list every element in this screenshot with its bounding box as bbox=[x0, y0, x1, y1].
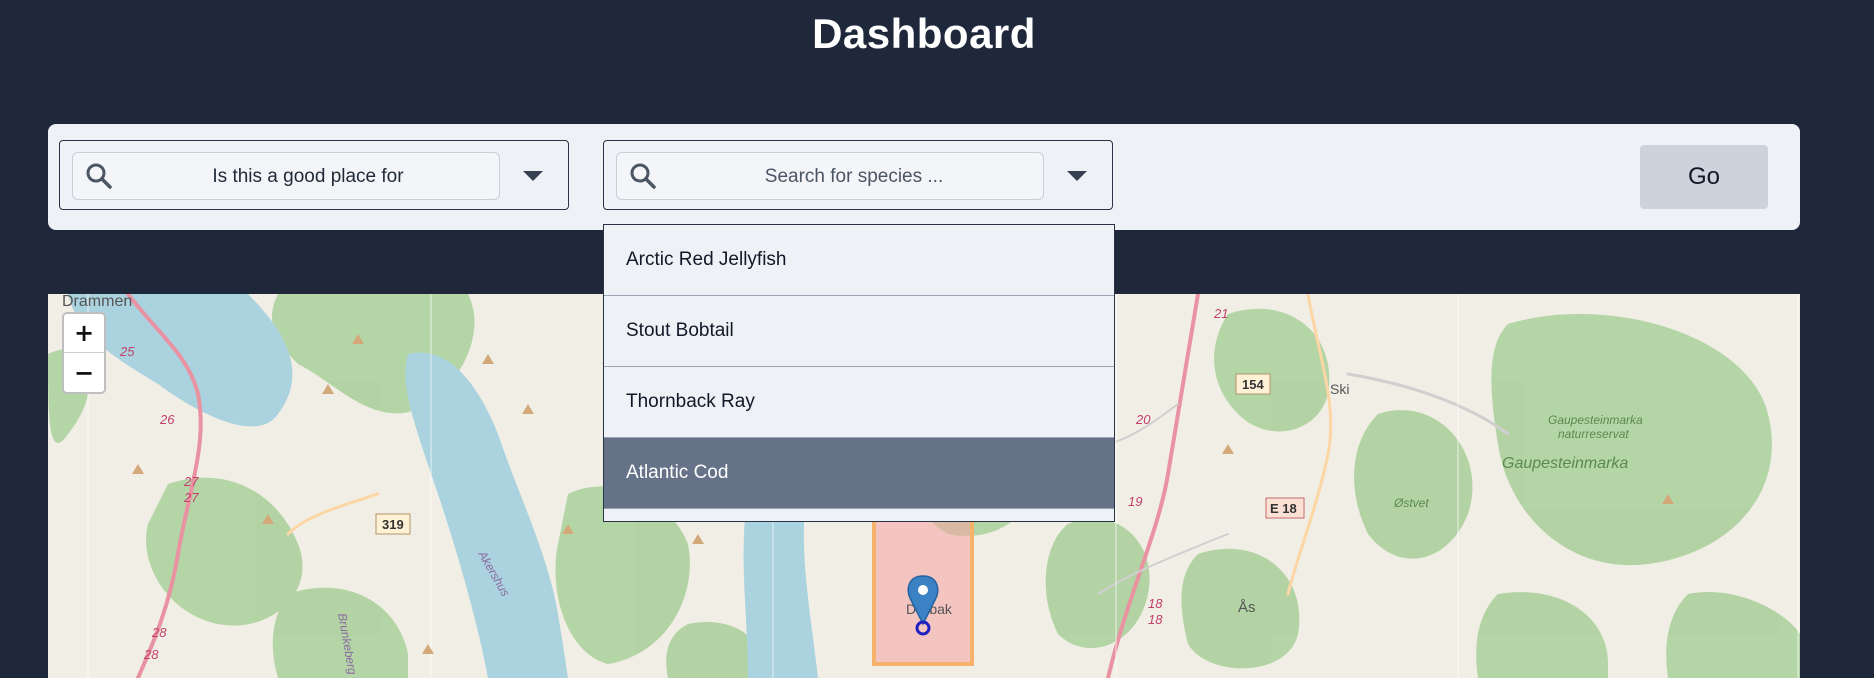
search-icon bbox=[86, 163, 112, 189]
road-number: 18 bbox=[1148, 596, 1163, 611]
page-title: Dashboard bbox=[812, 10, 1036, 57]
chevron-down-icon[interactable] bbox=[522, 170, 544, 182]
question-select[interactable]: Is this a good place for bbox=[59, 140, 569, 210]
road-number: 21 bbox=[1213, 306, 1228, 321]
place-label: Ås bbox=[1238, 599, 1256, 616]
road-number: 27 bbox=[183, 474, 199, 489]
place-label: Gaupesteinmarka bbox=[1548, 413, 1643, 427]
place-label: naturreservat bbox=[1558, 427, 1629, 441]
road-shield: E 18 bbox=[1270, 501, 1297, 516]
question-value: Is this a good place for bbox=[212, 166, 404, 187]
species-search-input[interactable] bbox=[677, 159, 1031, 195]
zoom-out-button[interactable]: − bbox=[64, 353, 104, 392]
dropdown-option-highlighted[interactable]: Atlantic Cod bbox=[604, 438, 1114, 509]
search-icon bbox=[630, 163, 656, 189]
road-number: 28 bbox=[151, 625, 167, 640]
road-number: 26 bbox=[159, 412, 175, 427]
chevron-down-icon[interactable] bbox=[1066, 170, 1088, 182]
dropdown-option[interactable]: Thornback Ray bbox=[604, 367, 1114, 438]
place-label: Østvet bbox=[1393, 496, 1429, 510]
dropdown-option[interactable]: Stout Bobtail bbox=[604, 296, 1114, 367]
road-shield: 319 bbox=[382, 517, 404, 532]
search-toolbar: Is this a good place for Go bbox=[48, 124, 1800, 230]
go-button[interactable]: Go bbox=[1640, 145, 1768, 209]
place-label: Gaupesteinmarka bbox=[1502, 455, 1628, 472]
road-number: 27 bbox=[183, 490, 199, 505]
species-dropdown: Arctic Red Jellyfish Stout Bobtail Thorn… bbox=[603, 224, 1115, 522]
road-number: 25 bbox=[119, 344, 135, 359]
zoom-in-button[interactable]: + bbox=[64, 314, 104, 353]
species-select[interactable] bbox=[603, 140, 1113, 210]
road-number: 20 bbox=[1135, 412, 1151, 427]
species-field[interactable] bbox=[616, 152, 1044, 200]
road-number: 18 bbox=[1148, 612, 1163, 627]
place-label: Drammen bbox=[62, 294, 132, 310]
road-number: 19 bbox=[1128, 494, 1142, 509]
question-field[interactable]: Is this a good place for bbox=[72, 152, 500, 200]
dropdown-option[interactable]: Arctic Red Jellyfish bbox=[604, 225, 1114, 296]
zoom-control: + − bbox=[62, 312, 106, 394]
place-label: Ski bbox=[1330, 381, 1349, 397]
road-shield: 154 bbox=[1242, 377, 1264, 392]
road-number: 28 bbox=[143, 647, 159, 662]
